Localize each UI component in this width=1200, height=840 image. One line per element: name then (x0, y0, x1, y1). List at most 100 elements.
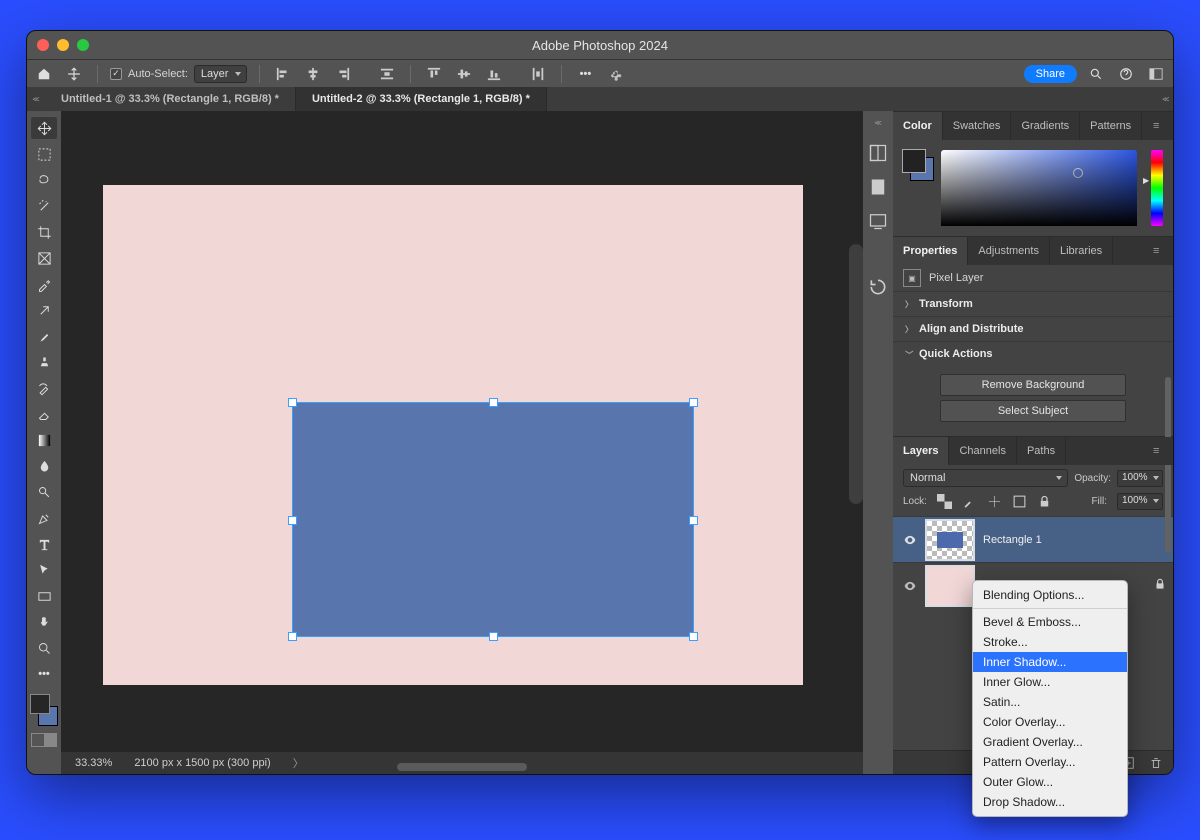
panel-menu-icon[interactable]: ≡ (1153, 120, 1167, 132)
properties-scrollbar[interactable] (1165, 377, 1171, 553)
menu-item[interactable]: Color Overlay... (973, 712, 1127, 732)
hand-tool[interactable] (31, 611, 57, 633)
gradient-tool[interactable] (31, 429, 57, 451)
menu-item[interactable]: Satin... (973, 692, 1127, 712)
resize-handle[interactable] (490, 633, 497, 640)
align-section[interactable]: 〉Align and Distribute (893, 316, 1173, 341)
align-center-h-icon[interactable] (302, 63, 324, 85)
gear-icon[interactable] (604, 63, 626, 85)
menu-item[interactable]: Pattern Overlay... (973, 752, 1127, 772)
tab-swatches[interactable]: Swatches (943, 112, 1012, 140)
menu-item[interactable]: Stroke... (973, 632, 1127, 652)
collapse-strip-icon[interactable]: ≪ (874, 119, 881, 127)
tab-properties[interactable]: Properties (893, 237, 968, 265)
visibility-toggle-icon[interactable] (903, 533, 917, 547)
more-options-icon[interactable]: ••• (574, 63, 596, 85)
auto-select-dropdown[interactable]: Layer (194, 65, 248, 83)
align-bottom-icon[interactable] (483, 63, 505, 85)
tab-gradients[interactable]: Gradients (1011, 112, 1080, 140)
close-window-button[interactable] (37, 39, 49, 51)
tab-channels[interactable]: Channels (949, 437, 1016, 465)
selected-rectangle-shape[interactable] (293, 403, 693, 636)
clone-stamp-tool[interactable] (31, 351, 57, 373)
menu-item[interactable]: Outer Glow... (973, 772, 1127, 792)
healing-brush-tool[interactable] (31, 299, 57, 321)
document-tab[interactable]: Untitled-1 @ 33.3% (Rectangle 1, RGB/8) … (45, 87, 296, 111)
align-left-icon[interactable] (272, 63, 294, 85)
minimize-window-button[interactable] (57, 39, 69, 51)
resize-handle[interactable] (289, 633, 296, 640)
opacity-field[interactable]: 100% (1117, 470, 1163, 487)
resize-handle[interactable] (490, 399, 497, 406)
distribute-v-icon[interactable] (527, 63, 549, 85)
panel-menu-icon[interactable]: ≡ (1153, 245, 1167, 257)
menu-item[interactable]: Inner Shadow... (973, 652, 1127, 672)
fill-field[interactable]: 100% (1117, 493, 1163, 510)
tab-color[interactable]: Color (893, 112, 943, 140)
menu-item[interactable]: Inner Glow... (973, 672, 1127, 692)
tab-libraries[interactable]: Libraries (1050, 237, 1113, 265)
color-cursor[interactable] (1073, 168, 1083, 178)
lock-position-icon[interactable] (987, 494, 1002, 509)
menu-item[interactable]: Drop Shadow... (973, 792, 1127, 812)
panel-icon[interactable] (868, 277, 888, 297)
tab-patterns[interactable]: Patterns (1080, 112, 1142, 140)
lasso-tool[interactable] (31, 169, 57, 191)
zoom-level[interactable]: 33.33% (75, 757, 112, 769)
panel-menu-icon[interactable]: ≡ (1153, 445, 1167, 457)
lock-transparency-icon[interactable] (937, 494, 952, 509)
type-tool[interactable] (31, 533, 57, 555)
lock-image-icon[interactable] (962, 494, 977, 509)
maximize-window-button[interactable] (77, 39, 89, 51)
distribute-h-icon[interactable] (376, 63, 398, 85)
marquee-tool[interactable] (31, 143, 57, 165)
edit-toolbar-icon[interactable]: ••• (31, 663, 57, 685)
eraser-tool[interactable] (31, 403, 57, 425)
resize-handle[interactable] (690, 517, 697, 524)
magic-wand-tool[interactable] (31, 195, 57, 217)
horizontal-scrollbar[interactable] (397, 763, 527, 771)
align-top-icon[interactable] (423, 63, 445, 85)
menu-item[interactable]: Blending Options... (973, 585, 1127, 605)
auto-select-checkbox[interactable]: ✓ (110, 68, 122, 80)
history-brush-tool[interactable] (31, 377, 57, 399)
frame-tool[interactable] (31, 247, 57, 269)
panel-icon[interactable] (868, 177, 888, 197)
crop-tool[interactable] (31, 221, 57, 243)
blur-tool[interactable] (31, 455, 57, 477)
path-selection-tool[interactable] (31, 559, 57, 581)
home-button[interactable] (33, 63, 55, 85)
layer-thumbnail[interactable] (927, 521, 973, 559)
layer-thumbnail[interactable] (927, 567, 973, 605)
document-canvas-area[interactable]: 33.33% 2100 px x 1500 px (300 ppi) 〉 (61, 111, 863, 774)
align-middle-v-icon[interactable] (453, 63, 475, 85)
resize-handle[interactable] (690, 633, 697, 640)
resize-handle[interactable] (690, 399, 697, 406)
remove-background-button[interactable]: Remove Background (940, 374, 1126, 396)
panel-icon[interactable] (868, 211, 888, 231)
delete-layer-icon[interactable] (1149, 756, 1163, 770)
vertical-scrollbar[interactable] (849, 244, 863, 504)
brush-tool[interactable] (31, 325, 57, 347)
share-button[interactable]: Share (1024, 65, 1077, 83)
quick-actions-section[interactable]: 〉Quick Actions (893, 341, 1173, 366)
move-tool[interactable] (31, 117, 57, 139)
expand-tabs-icon[interactable]: ≫ (27, 95, 45, 103)
blend-mode-dropdown[interactable]: Normal (903, 469, 1068, 487)
lock-artboard-icon[interactable] (1012, 494, 1027, 509)
document-tab[interactable]: Untitled-2 @ 33.3% (Rectangle 1, RGB/8) … (296, 87, 547, 111)
layer-item[interactable]: Rectangle 1 (893, 516, 1173, 562)
select-subject-button[interactable]: Select Subject (940, 400, 1126, 422)
menu-item[interactable]: Gradient Overlay... (973, 732, 1127, 752)
tab-adjustments[interactable]: Adjustments (968, 237, 1050, 265)
quick-mask-button[interactable] (31, 733, 57, 747)
color-swatch-pair[interactable] (903, 150, 933, 180)
document-canvas[interactable] (103, 185, 803, 685)
align-right-icon[interactable] (332, 63, 354, 85)
color-field[interactable] (941, 150, 1137, 226)
search-icon[interactable] (1085, 63, 1107, 85)
move-tool-options-icon[interactable] (63, 63, 85, 85)
pen-tool[interactable] (31, 507, 57, 529)
lock-all-icon[interactable] (1037, 494, 1052, 509)
status-next-icon[interactable]: 〉 (293, 755, 304, 771)
